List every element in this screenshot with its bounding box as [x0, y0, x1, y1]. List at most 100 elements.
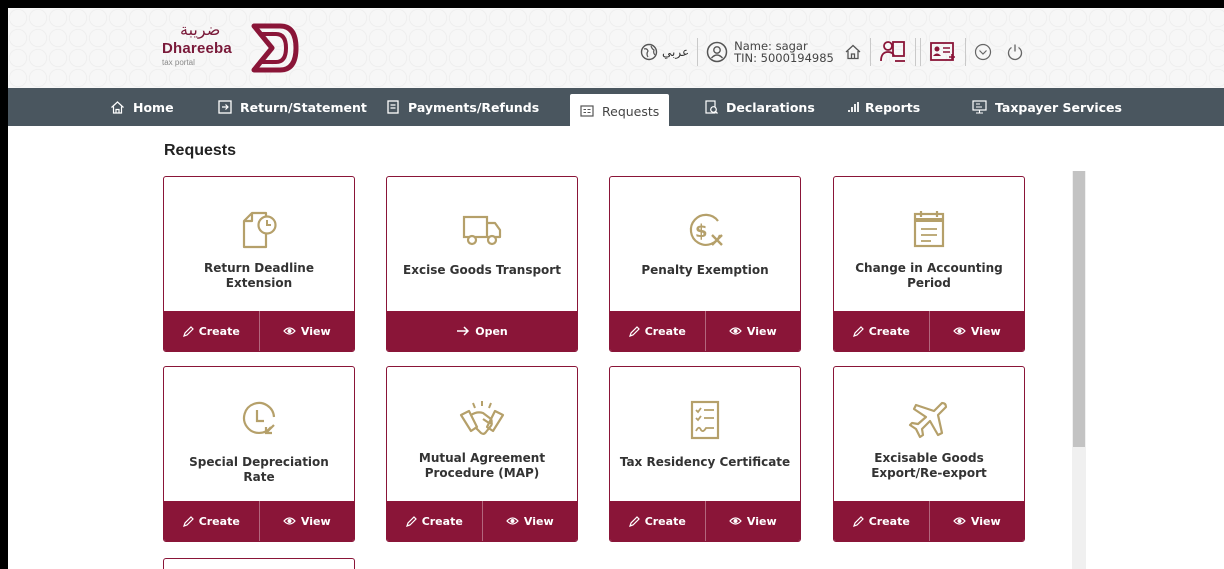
- create-button[interactable]: Create: [610, 501, 705, 541]
- card-title: Special Depreciation Rate: [189, 455, 329, 484]
- view-button[interactable]: View: [481, 501, 578, 541]
- requests-icon: [580, 104, 594, 118]
- nav-home[interactable]: Home: [110, 88, 174, 126]
- card-partial[interactable]: [163, 558, 355, 569]
- create-button[interactable]: Create: [387, 501, 482, 541]
- create-button[interactable]: Create: [164, 501, 259, 541]
- view-label: View: [300, 514, 331, 528]
- clock-arrow-icon: [242, 401, 276, 435]
- accounts-button[interactable]: [879, 39, 907, 65]
- create-label: Create: [644, 324, 686, 338]
- create-label: Create: [198, 514, 240, 528]
- home-shortcut[interactable]: [844, 43, 862, 61]
- calendar-icon: [913, 211, 945, 248]
- chevron-down-icon: [974, 43, 991, 61]
- card-title: Penalty Exemption: [641, 263, 769, 277]
- header: ضريبة Dhareeba tax portal عربي Name: sag…: [8, 8, 1224, 88]
- view-button[interactable]: View: [704, 501, 801, 541]
- declarations-icon: [704, 100, 718, 114]
- card-special-depreciation-rate: Special Depreciation Rate Create View: [163, 366, 355, 542]
- header-toolbar: عربي Name: sagar TIN: 5000194985: [640, 38, 1024, 66]
- nav-declarations[interactable]: Declarations: [704, 88, 815, 126]
- view-button[interactable]: View: [704, 311, 801, 351]
- view-button[interactable]: View: [928, 311, 1025, 351]
- user-tin: TIN: 5000194985: [734, 51, 834, 65]
- nav-return-statement[interactable]: Return/Statement: [218, 88, 367, 126]
- card-tax-residency-certificate: Tax Residency Certificate Create View: [609, 366, 801, 542]
- card-mutual-agreement-procedure: Mutual Agreement Procedure (MAP) Create …: [386, 366, 578, 542]
- globe-icon: [640, 43, 658, 61]
- logout-button[interactable]: [1006, 43, 1024, 61]
- logo-arabic-text: ضريبة: [180, 20, 221, 39]
- id-card-icon: [929, 42, 955, 61]
- language-label: عربي: [662, 45, 690, 59]
- power-icon: [1007, 44, 1022, 61]
- create-label: Create: [868, 514, 910, 528]
- open-label: Open: [475, 324, 508, 338]
- home-icon: [845, 44, 861, 60]
- dollar-x-icon: $: [689, 213, 723, 246]
- payments-icon: [386, 100, 400, 114]
- header-divider: [919, 38, 921, 66]
- create-label: Create: [868, 324, 910, 338]
- nav-taxpayer-services[interactable]: Taxpayer Services: [972, 88, 1122, 126]
- logo-subtitle: tax portal: [162, 58, 195, 67]
- create-button[interactable]: Create: [164, 311, 259, 351]
- scrollbar[interactable]: [1072, 171, 1086, 569]
- taxpayer-card-button[interactable]: [929, 40, 957, 64]
- create-button[interactable]: Create: [834, 501, 929, 541]
- header-divider: [964, 38, 966, 66]
- open-button[interactable]: Open: [387, 311, 577, 351]
- eye-icon: [729, 326, 742, 336]
- view-label: View: [523, 514, 554, 528]
- pencil-icon: [852, 325, 864, 337]
- eye-icon: [729, 516, 742, 526]
- svg-text:$: $: [695, 221, 708, 242]
- pencil-icon: [182, 325, 194, 337]
- create-button[interactable]: Create: [834, 311, 929, 351]
- nav-reports[interactable]: Reports: [848, 88, 920, 126]
- pencil-icon: [852, 515, 864, 527]
- nav-label: Payments/Refunds: [408, 99, 540, 115]
- user-icon: [706, 41, 728, 63]
- card-excisable-goods-export: Excisable Goods Export/Re-export Create …: [833, 366, 1025, 542]
- card-penalty-exemption: $ Penalty Exemption Create View: [609, 176, 801, 352]
- view-button[interactable]: View: [258, 311, 355, 351]
- dropdown-button[interactable]: [974, 43, 992, 61]
- eye-icon: [953, 516, 966, 526]
- card-excise-goods-transport: Excise Goods Transport Open: [386, 176, 578, 352]
- document-clock-icon: [242, 211, 277, 249]
- multi-user-icon: [879, 41, 905, 62]
- certificate-icon: [690, 400, 720, 440]
- view-label: View: [746, 514, 777, 528]
- language-switch[interactable]: عربي: [640, 43, 689, 61]
- scrollbar-thumb[interactable]: [1073, 171, 1085, 447]
- eye-icon: [953, 326, 966, 336]
- nav-label: Return/Statement: [240, 99, 367, 115]
- view-button[interactable]: View: [258, 501, 355, 541]
- view-label: View: [300, 324, 331, 338]
- pencil-icon: [628, 515, 640, 527]
- card-title: Change in Accounting Period: [855, 261, 1003, 290]
- create-button[interactable]: Create: [610, 311, 705, 351]
- view-label: View: [970, 324, 1001, 338]
- card-change-in-accounting-period: Change in Accounting Period Create View: [833, 176, 1025, 352]
- logo-english-text: Dhareeba: [162, 40, 232, 57]
- nav-requests[interactable]: Requests: [570, 94, 670, 128]
- eye-icon: [283, 516, 296, 526]
- view-button[interactable]: View: [928, 501, 1025, 541]
- pencil-icon: [628, 325, 640, 337]
- main-nav: Home Return/Statement Payments/Refunds R…: [8, 88, 1224, 128]
- page-title: Requests: [164, 142, 237, 159]
- view-label: View: [970, 514, 1001, 528]
- view-label: View: [746, 324, 777, 338]
- dhareeba-logo[interactable]: ضريبة Dhareeba tax portal: [162, 20, 312, 76]
- eye-icon: [506, 516, 519, 526]
- home-icon: [110, 100, 125, 115]
- user-profile[interactable]: Name: sagar TIN: 5000194985: [706, 40, 834, 64]
- nav-label: Requests: [602, 103, 660, 119]
- handshake-icon: [459, 401, 505, 435]
- airplane-icon: [908, 401, 948, 439]
- nav-payments-refunds[interactable]: Payments/Refunds: [386, 88, 539, 126]
- nav-label: Home: [133, 99, 174, 115]
